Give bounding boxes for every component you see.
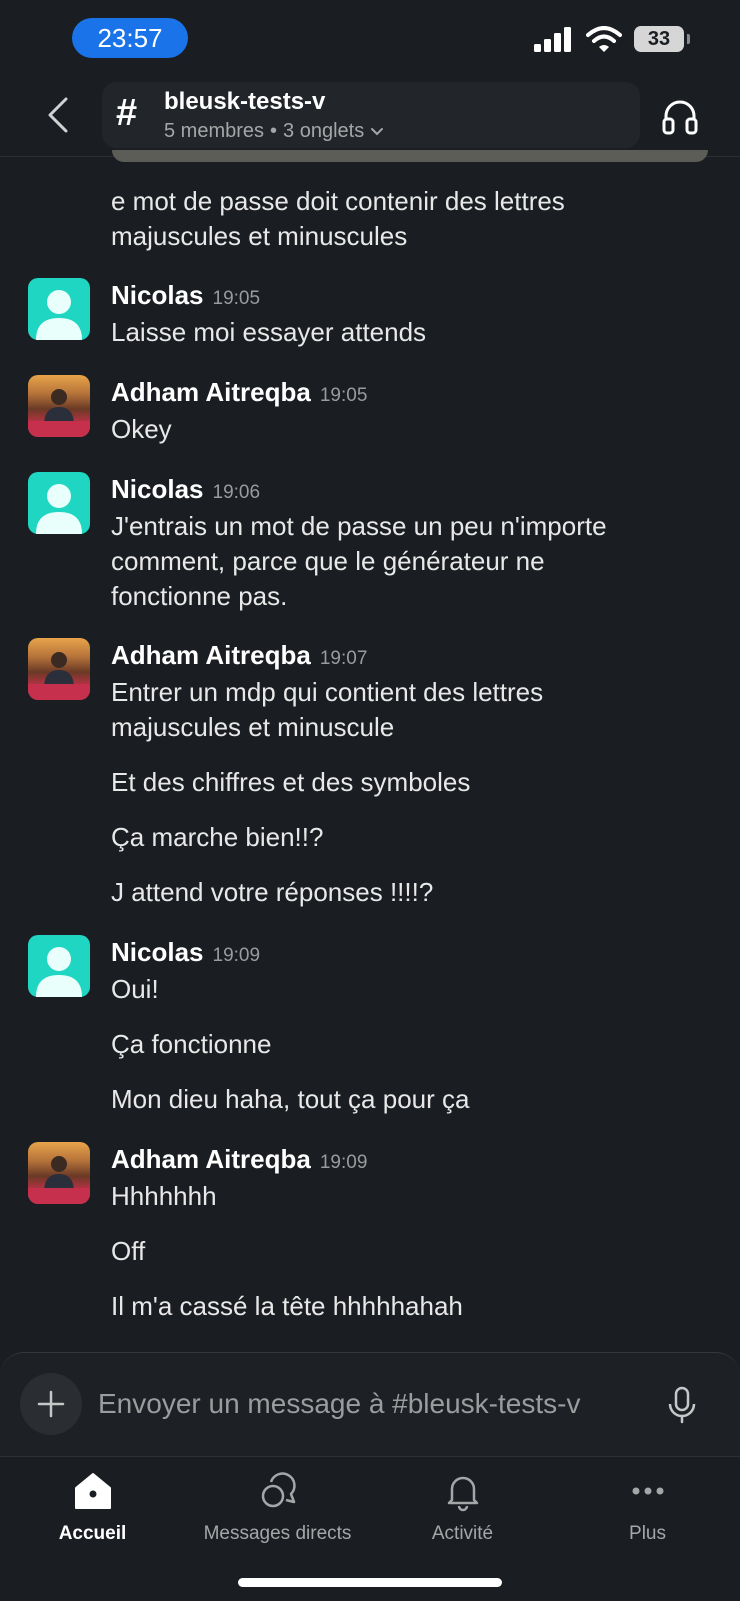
message-header: Nicolas 19:09 (111, 937, 260, 968)
user-photo-icon (28, 652, 90, 700)
message-line: J attend votre réponses !!!!? (111, 877, 434, 907)
voice-message-button[interactable] (664, 1385, 700, 1425)
author-name[interactable]: Nicolas (111, 937, 204, 968)
channel-name: bleusk-tests-v (164, 88, 326, 115)
message-line: Ça fonctionne (111, 1029, 272, 1059)
author-name[interactable]: Adham Aitreqba (111, 640, 311, 671)
microphone-icon (668, 1386, 696, 1424)
cellular-signal-icon (534, 27, 571, 52)
avatar[interactable] (28, 472, 90, 534)
status-bar: 23:57 33 (0, 0, 740, 80)
dot-separator: • (270, 120, 278, 142)
message-header: Nicolas 19:06 (111, 474, 260, 505)
author-name[interactable]: Nicolas (111, 474, 204, 505)
message-line: comment, parce que le générateur ne (111, 546, 545, 576)
channel-info-button[interactable]: # bleusk-tests-v 5 membres • 3 onglets (102, 82, 640, 148)
tab-home[interactable]: Accueil (0, 1467, 185, 1557)
message-line: e mot de passe doit contenir des lettres (111, 186, 565, 216)
hash-icon: # (116, 92, 138, 134)
message-line: majuscules et minuscule (111, 712, 395, 742)
message-header: Adham Aitreqba 19:07 (111, 640, 367, 671)
bell-icon (439, 1467, 487, 1515)
avatar[interactable] (28, 278, 90, 340)
wifi-icon (586, 26, 622, 52)
message-line: Hhhhhhh (111, 1181, 217, 1211)
message-line: fonctionne pas. (111, 581, 288, 611)
avatar[interactable] (28, 1142, 90, 1204)
message-line: Ça marche bien!!? (111, 822, 324, 852)
battery-icon: 33 (634, 26, 690, 52)
message-line: J'entrais un mot de passe un peu n'impor… (111, 511, 607, 541)
message-composer (0, 1352, 740, 1457)
tab-activity[interactable]: Activité (370, 1467, 555, 1557)
default-user-icon (36, 484, 82, 534)
author-name[interactable]: Adham Aitreqba (111, 377, 311, 408)
channel-header: # bleusk-tests-v 5 membres • 3 onglets (0, 80, 740, 157)
user-photo-icon (28, 389, 90, 437)
attach-button[interactable] (20, 1373, 82, 1435)
author-name[interactable]: Adham Aitreqba (111, 1144, 311, 1175)
message-header: Adham Aitreqba 19:05 (111, 377, 367, 408)
message-time: 19:05 (319, 385, 368, 406)
huddle-button[interactable] (658, 94, 702, 138)
message-time: 19:09 (319, 1152, 368, 1173)
default-user-icon (36, 290, 82, 340)
message-line: Et des chiffres et des symboles (111, 767, 471, 797)
back-button[interactable] (36, 90, 80, 140)
more-dots-icon (624, 1467, 672, 1515)
headphones-icon (662, 100, 698, 135)
default-user-icon (36, 947, 82, 997)
user-photo-icon (28, 1156, 90, 1204)
tab-home-label: Accueil (58, 1523, 127, 1544)
message-time: 19:09 (212, 945, 261, 966)
status-time: 23:57 (72, 18, 188, 58)
message-header: Nicolas 19:05 (111, 280, 260, 311)
battery-level: 33 (647, 27, 671, 50)
message-line: Okey (111, 414, 172, 444)
avatar[interactable] (28, 935, 90, 997)
direct-messages-icon (254, 1467, 302, 1515)
channel-meta: 5 membres • 3 onglets (164, 120, 384, 143)
message-time: 19:06 (212, 482, 261, 503)
message-line: Off (111, 1236, 146, 1266)
tab-count: 3 onglets (283, 120, 365, 142)
message-line: Mon dieu haha, tout ça pour ça (111, 1084, 470, 1114)
message-line: Oui! (111, 974, 159, 1004)
message-line: Entrer un mdp qui contient des lettres (111, 677, 544, 707)
chevron-left-icon (48, 97, 68, 133)
tab-more-label: Plus (629, 1523, 666, 1544)
message-line: Laisse moi essayer attends (111, 317, 427, 347)
message-list[interactable]: e mot de passe doit contenir des lettres… (0, 160, 740, 1350)
status-icons: 33 (534, 26, 690, 52)
message-input[interactable] (96, 1381, 640, 1427)
chevron-down-icon (371, 127, 384, 135)
member-count: 5 membres (164, 120, 265, 142)
plus-icon (37, 1390, 65, 1418)
message-line: majuscules et minuscules (111, 221, 408, 251)
message-time: 19:07 (319, 648, 368, 669)
message-header: Adham Aitreqba 19:09 (111, 1144, 367, 1175)
avatar[interactable] (28, 375, 90, 437)
tab-direct-messages[interactable]: Messages directs (185, 1467, 370, 1557)
author-name[interactable]: Nicolas (111, 280, 204, 311)
tab-more[interactable]: Plus (555, 1467, 740, 1557)
avatar[interactable] (28, 638, 90, 700)
home-icon (69, 1467, 117, 1515)
home-indicator[interactable] (238, 1578, 502, 1587)
tab-activity-label: Activité (431, 1523, 494, 1544)
message-line: Il m'a cassé la tête hhhhhahah (111, 1291, 463, 1321)
message-time: 19:05 (212, 288, 261, 309)
tab-direct-messages-label: Messages directs (203, 1523, 352, 1544)
